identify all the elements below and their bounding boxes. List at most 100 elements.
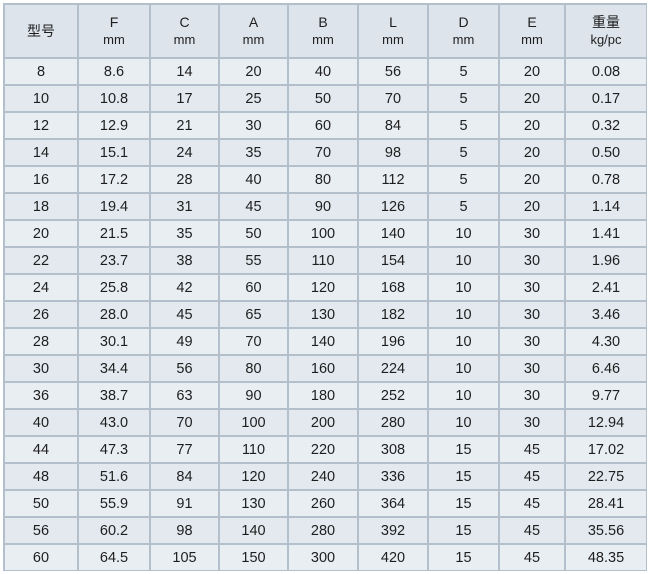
table-cell: 48 xyxy=(5,464,77,489)
table-cell: 126 xyxy=(359,194,427,219)
table-cell: 120 xyxy=(220,464,287,489)
table-cell: 42 xyxy=(151,275,218,300)
table-cell: 51.6 xyxy=(79,464,149,489)
table-cell: 28.0 xyxy=(79,302,149,327)
table-cell: 15 xyxy=(429,437,498,462)
table-cell: 0.08 xyxy=(566,59,646,84)
table-cell: 26 xyxy=(5,302,77,327)
table-cell: 60 xyxy=(220,275,287,300)
table-cell: 364 xyxy=(359,491,427,516)
header-c: Cmm xyxy=(151,5,218,57)
table-cell: 36 xyxy=(5,383,77,408)
table-cell: 19.4 xyxy=(79,194,149,219)
table-cell: 105 xyxy=(151,545,218,570)
table-cell: 140 xyxy=(289,329,357,354)
table-cell: 70 xyxy=(220,329,287,354)
table-cell: 40 xyxy=(289,59,357,84)
table-cell: 224 xyxy=(359,356,427,381)
table-cell: 10 xyxy=(429,221,498,246)
table-row: 40 43.0 70 100 200 280 10 30 12.94 xyxy=(5,410,646,435)
table-cell: 12.94 xyxy=(566,410,646,435)
table-row: 10 10.8 17 25 50 70 5 20 0.17 xyxy=(5,86,646,111)
table-cell: 120 xyxy=(289,275,357,300)
table-cell: 12 xyxy=(5,113,77,138)
table-cell: 49 xyxy=(151,329,218,354)
table-cell: 110 xyxy=(289,248,357,273)
table-cell: 8.6 xyxy=(79,59,149,84)
table-row: 26 28.0 45 65 130 182 10 30 3.46 xyxy=(5,302,646,327)
table-cell: 196 xyxy=(359,329,427,354)
table-cell: 30 xyxy=(500,248,564,273)
table-cell: 20 xyxy=(500,113,564,138)
table-cell: 64.5 xyxy=(79,545,149,570)
table-cell: 34.4 xyxy=(79,356,149,381)
table-cell: 30 xyxy=(5,356,77,381)
table-cell: 260 xyxy=(289,491,357,516)
table-cell: 15 xyxy=(429,518,498,543)
table-cell: 10 xyxy=(429,329,498,354)
table-cell: 2.41 xyxy=(566,275,646,300)
table-cell: 98 xyxy=(359,140,427,165)
table-cell: 5 xyxy=(429,113,498,138)
table-row: 12 12.9 21 30 60 84 5 20 0.32 xyxy=(5,113,646,138)
table-cell: 60.2 xyxy=(79,518,149,543)
table-cell: 22.75 xyxy=(566,464,646,489)
table-cell: 154 xyxy=(359,248,427,273)
table-cell: 28 xyxy=(5,329,77,354)
table-cell: 45 xyxy=(151,302,218,327)
table-cell: 17 xyxy=(151,86,218,111)
table-cell: 45 xyxy=(220,194,287,219)
table-row: 22 23.7 38 55 110 154 10 30 1.96 xyxy=(5,248,646,273)
table-cell: 45 xyxy=(500,491,564,516)
table-cell: 12.9 xyxy=(79,113,149,138)
table-cell: 22 xyxy=(5,248,77,273)
table-cell: 308 xyxy=(359,437,427,462)
table-cell: 10 xyxy=(5,86,77,111)
table-cell: 14 xyxy=(151,59,218,84)
table-cell: 60 xyxy=(289,113,357,138)
table-cell: 15 xyxy=(429,545,498,570)
table-cell: 168 xyxy=(359,275,427,300)
table-cell: 15 xyxy=(429,464,498,489)
table-cell: 336 xyxy=(359,464,427,489)
table-row: 28 30.1 49 70 140 196 10 30 4.30 xyxy=(5,329,646,354)
table-cell: 20 xyxy=(500,194,564,219)
table-cell: 160 xyxy=(289,356,357,381)
table-cell: 5 xyxy=(429,59,498,84)
table-cell: 3.46 xyxy=(566,302,646,327)
table-cell: 80 xyxy=(220,356,287,381)
table-cell: 28 xyxy=(151,167,218,192)
table-cell: 30 xyxy=(500,275,564,300)
table-cell: 150 xyxy=(220,545,287,570)
table-cell: 21 xyxy=(151,113,218,138)
table-cell: 200 xyxy=(289,410,357,435)
table-cell: 10 xyxy=(429,410,498,435)
table-cell: 5 xyxy=(429,140,498,165)
table-cell: 84 xyxy=(359,113,427,138)
header-b: Bmm xyxy=(289,5,357,57)
table-cell: 38.7 xyxy=(79,383,149,408)
table-cell: 45 xyxy=(500,437,564,462)
table-row: 36 38.7 63 90 180 252 10 30 9.77 xyxy=(5,383,646,408)
table-row: 60 64.5 105 150 300 420 15 45 48.35 xyxy=(5,545,646,570)
table-cell: 48.35 xyxy=(566,545,646,570)
table-cell: 0.17 xyxy=(566,86,646,111)
table-cell: 140 xyxy=(359,221,427,246)
table-cell: 40 xyxy=(5,410,77,435)
table-body: 8 8.6 14 20 40 56 5 20 0.08 10 10.8 17 25 50 70 5 20 0.17… xyxy=(5,59,646,570)
spec-table: 型号 Fmm Cmm Amm Bmm Lmm Dmm Emm 重量 kg/pc 8… xyxy=(3,3,648,572)
table-cell: 100 xyxy=(289,221,357,246)
table-cell: 23.7 xyxy=(79,248,149,273)
spec-table-container: 型号 Fmm Cmm Amm Bmm Lmm Dmm Emm 重量 kg/pc 8… xyxy=(3,3,647,571)
table-cell: 280 xyxy=(289,518,357,543)
table-cell: 40 xyxy=(220,167,287,192)
table-row: 44 47.3 77 110 220 308 15 45 17.02 xyxy=(5,437,646,462)
table-cell: 6.46 xyxy=(566,356,646,381)
table-cell: 5 xyxy=(429,194,498,219)
table-cell: 140 xyxy=(220,518,287,543)
table-cell: 21.5 xyxy=(79,221,149,246)
table-cell: 35 xyxy=(220,140,287,165)
table-row: 8 8.6 14 20 40 56 5 20 0.08 xyxy=(5,59,646,84)
table-cell: 70 xyxy=(359,86,427,111)
table-cell: 30 xyxy=(500,356,564,381)
